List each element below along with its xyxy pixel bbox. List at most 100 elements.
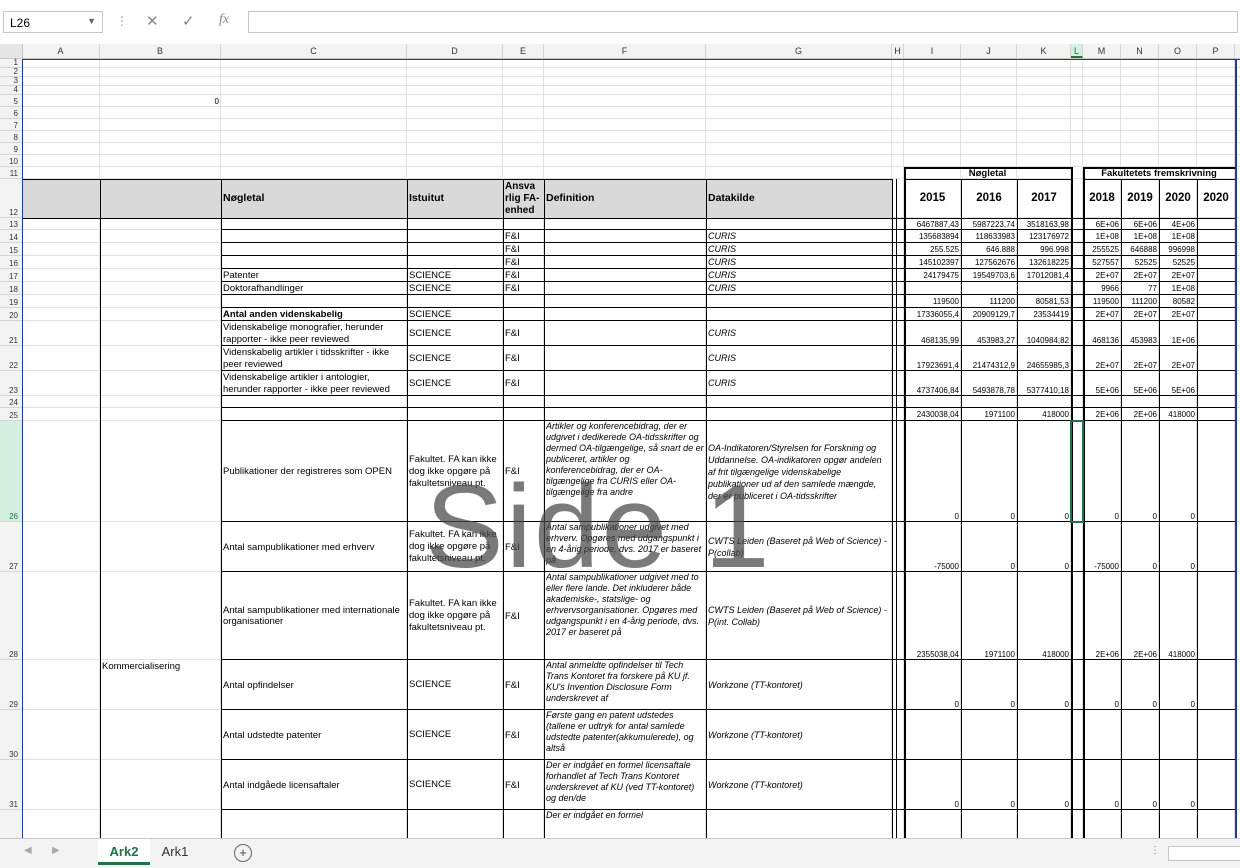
- cell-value[interactable]: 453983,27: [963, 321, 1015, 346]
- cell-value[interactable]: 5377410,18: [1019, 371, 1069, 396]
- cell-value[interactable]: 17923691,4: [906, 346, 959, 371]
- row-header-12[interactable]: 12: [0, 179, 22, 218]
- cell-value[interactable]: 1E+06: [1161, 321, 1195, 346]
- cell-fa-enhed[interactable]: F&I: [505, 346, 542, 371]
- enter-check-icon[interactable]: ✓: [182, 12, 195, 30]
- cell-value[interactable]: -75000: [906, 522, 959, 572]
- row-header-25[interactable]: 25: [0, 408, 22, 421]
- column-header-j[interactable]: J: [961, 44, 1017, 58]
- cell-definition[interactable]: Antal sampublikationer udgivet med to el…: [546, 572, 704, 660]
- horizontal-scrollbar[interactable]: [1168, 846, 1240, 861]
- column-header-g[interactable]: G: [706, 44, 892, 58]
- cell-value[interactable]: 0: [1019, 760, 1069, 810]
- cell-institut[interactable]: SCIENCE: [409, 760, 501, 810]
- row-header-14[interactable]: 14: [0, 230, 22, 243]
- more-options-icon[interactable]: ⋮: [116, 14, 128, 28]
- row-header-20[interactable]: 20: [0, 308, 22, 321]
- cell-noegletal[interactable]: Videnskabelig artikler i tidsskrifter - …: [223, 346, 405, 371]
- cell-value[interactable]: 0: [963, 760, 1015, 810]
- row-header-8[interactable]: 8: [0, 131, 22, 143]
- column-header-h[interactable]: H: [892, 44, 904, 58]
- cell-value[interactable]: 2E+07: [1123, 346, 1157, 371]
- cell-value[interactable]: 5493878,78: [963, 371, 1015, 396]
- column-header-m[interactable]: M: [1083, 44, 1121, 58]
- cell-datakilde[interactable]: Workzone (TT-kontoret): [708, 660, 890, 710]
- row-header-6[interactable]: 6: [0, 107, 22, 119]
- header-definition[interactable]: Definition: [546, 179, 704, 218]
- cell-definition[interactable]: Der er indgået en formel licensaftale fo…: [546, 760, 704, 810]
- cell-noegletal[interactable]: Videnskabelige monografier, herunder rap…: [223, 321, 405, 346]
- row-header-10[interactable]: 10: [0, 155, 22, 167]
- cell-definition[interactable]: Artikler og konferencebidrag, der er udg…: [546, 421, 704, 522]
- cell-value[interactable]: 2E+07: [1161, 346, 1195, 371]
- cell-value[interactable]: 0: [1085, 660, 1119, 710]
- cell-institut[interactable]: SCIENCE: [409, 321, 501, 346]
- cell-value[interactable]: 2355038,04: [906, 572, 959, 660]
- row-header-13[interactable]: 13: [0, 218, 22, 230]
- column-header-o[interactable]: O: [1159, 44, 1197, 58]
- cell-value[interactable]: 0: [1161, 522, 1195, 572]
- cell-value[interactable]: 0: [963, 660, 1015, 710]
- row-header-7[interactable]: 7: [0, 119, 22, 131]
- sheet-tab-ark1[interactable]: Ark1: [152, 839, 198, 865]
- header-year-2019[interactable]: 2019: [1123, 179, 1157, 218]
- row-header-15[interactable]: 15: [0, 243, 22, 256]
- row-header-3[interactable]: 3: [0, 76, 22, 86]
- cell-datakilde[interactable]: CWTS Leiden (Baseret på Web of Science) …: [708, 572, 890, 660]
- row-header-22[interactable]: 22: [0, 346, 22, 371]
- cell-value[interactable]: 468136: [1085, 321, 1119, 346]
- selected-cell[interactable]: [1070, 420, 1084, 523]
- row-header-23[interactable]: 23: [0, 371, 22, 396]
- cell-value[interactable]: 453983: [1123, 321, 1157, 346]
- row-header-5[interactable]: 5: [0, 95, 22, 107]
- row-header-29[interactable]: 29: [0, 660, 22, 710]
- formula-input[interactable]: [248, 11, 1238, 33]
- cell-value[interactable]: 0: [1161, 760, 1195, 810]
- row-header-26[interactable]: 26: [0, 421, 22, 522]
- cell-datakilde[interactable]: CURIS: [708, 321, 890, 346]
- column-header-d[interactable]: D: [407, 44, 503, 58]
- spreadsheet-grid[interactable]: ABCDEFGHIJKLMNOP 1 2 3 4 5 6 7 8 9 10 11 12 13 14 15 16…: [0, 44, 1240, 838]
- cell-value[interactable]: -75000: [1085, 522, 1119, 572]
- cell-value[interactable]: 1040984,82: [1019, 321, 1069, 346]
- cell-value[interactable]: 0: [906, 421, 959, 522]
- header-year-2015[interactable]: 2015: [906, 179, 959, 218]
- row-header-4[interactable]: 4: [0, 85, 22, 95]
- cell-noegletal[interactable]: Publikationer der registreres som OPEN: [223, 421, 405, 522]
- name-box[interactable]: L26 ▼: [3, 11, 103, 33]
- cell-definition[interactable]: Antal anmeldte opfindelser til Tech Tran…: [546, 660, 704, 710]
- cell-value[interactable]: 2E+07: [1085, 346, 1119, 371]
- row-header-2[interactable]: 2: [0, 67, 22, 77]
- header-noegletal[interactable]: Nøgletal: [223, 179, 405, 218]
- cell-fa-enhed[interactable]: F&I: [505, 660, 542, 710]
- cell-value[interactable]: 5E+06: [1161, 371, 1195, 396]
- cell-definition[interactable]: Antal sampublikationer udgivet med erhve…: [546, 522, 704, 572]
- column-header-c[interactable]: C: [221, 44, 407, 58]
- cell-institut[interactable]: SCIENCE: [409, 371, 501, 396]
- cell-fa-enhed[interactable]: F&I: [505, 522, 542, 572]
- cell-category[interactable]: Kommercialisering: [102, 660, 219, 711]
- row-header-24[interactable]: 24: [0, 396, 22, 408]
- cell-value[interactable]: 0: [1085, 760, 1119, 810]
- cell-b5[interactable]: 0: [102, 95, 219, 107]
- row-header-18[interactable]: 18: [0, 282, 22, 295]
- cell-noegletal[interactable]: Antal indgåede licensaftaler: [223, 760, 405, 810]
- column-header-a[interactable]: A: [22, 44, 100, 58]
- cell-fa-enhed[interactable]: F&I: [505, 572, 542, 660]
- row-header-21[interactable]: 21: [0, 321, 22, 346]
- row-header-9[interactable]: 9: [0, 143, 22, 155]
- cell-value[interactable]: 0: [1019, 522, 1069, 572]
- cell-noegletal[interactable]: Antal sampublikationer med erhverv: [223, 522, 405, 572]
- cell-value[interactable]: 0: [906, 760, 959, 810]
- cell-value[interactable]: 0: [906, 660, 959, 710]
- cell-value[interactable]: 0: [1161, 421, 1195, 522]
- cell-value[interactable]: 0: [1123, 522, 1157, 572]
- cell-value[interactable]: 21474312,9: [963, 346, 1015, 371]
- cell-value[interactable]: 418000: [1161, 572, 1195, 660]
- cell-datakilde[interactable]: OA-Indikatoren/Styrelsen for Forskning o…: [708, 421, 890, 522]
- header-year-2020[interactable]: 2020: [1199, 179, 1233, 218]
- select-all-corner[interactable]: [0, 44, 23, 58]
- cancel-icon[interactable]: ✕: [146, 12, 159, 30]
- cell-value[interactable]: 0: [1123, 660, 1157, 710]
- header-ansvarlig[interactable]: Ansva rlig FA-enhed: [505, 179, 542, 218]
